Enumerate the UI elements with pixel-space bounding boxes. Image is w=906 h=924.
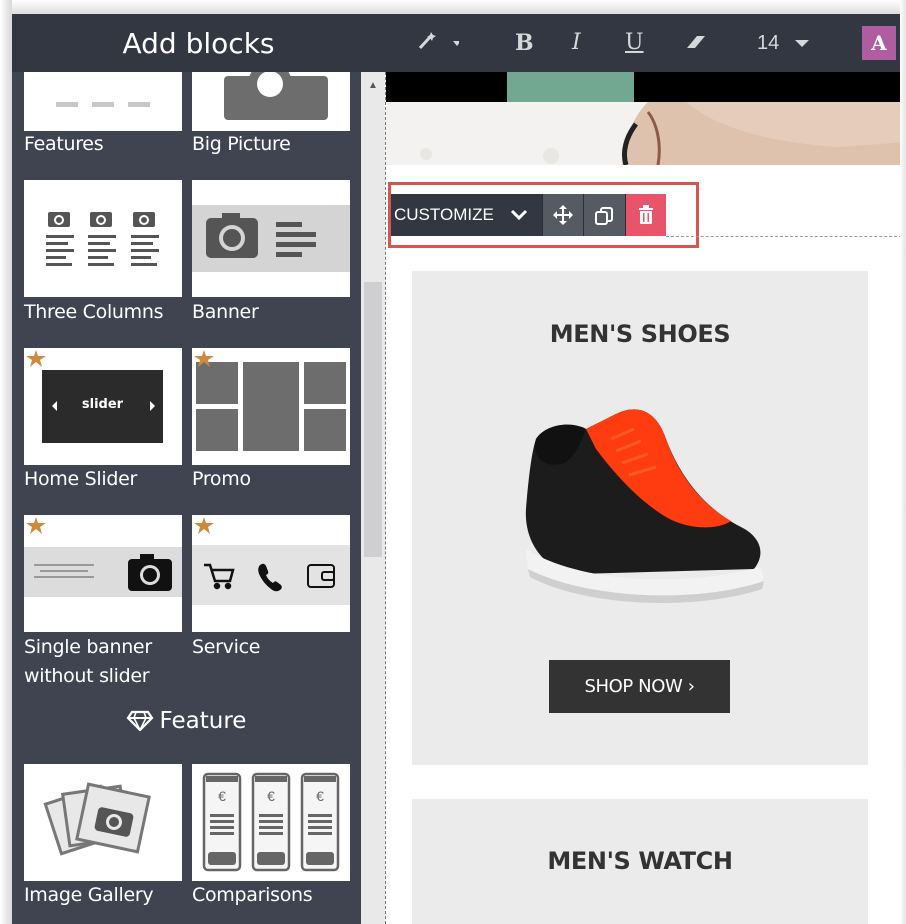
diamond-icon <box>126 709 154 732</box>
image-gallery-thumbnail-icon <box>43 782 151 856</box>
font-size-value: 14 <box>757 32 780 54</box>
font-size-select[interactable]: 14 <box>757 14 813 72</box>
block-label-promo: Promo <box>192 468 251 490</box>
card-title: MEN'S SHOES <box>549 320 731 348</box>
currency-symbol-1: € <box>218 788 226 804</box>
card-title: MEN'S WATCH <box>547 847 733 875</box>
delete-button[interactable] <box>624 194 667 236</box>
sneaker-image <box>525 409 764 603</box>
blocks-list[interactable]: Features Big Picture Three Columns Banne… <box>12 72 360 924</box>
copy-icon <box>595 207 614 225</box>
hero-banner-strip <box>386 72 906 102</box>
block-label-image-gallery: Image Gallery <box>24 884 154 906</box>
duplicate-button[interactable] <box>583 194 625 236</box>
magic-wand-icon[interactable] <box>415 14 461 72</box>
block-label-big-picture: Big Picture <box>192 133 291 155</box>
block-tile-home-slider[interactable]: slider <box>24 348 182 465</box>
panel-scrollbar[interactable]: ▲ <box>361 72 385 924</box>
trash-icon <box>638 205 653 224</box>
slider-thumbnail-text: slider <box>81 397 124 412</box>
window-frame-top <box>0 0 906 14</box>
email-canvas: CUSTOMIZE MEN'S SHOES SHOP NOW › MEN'S W… <box>385 72 906 924</box>
star-badge-icon <box>26 517 46 534</box>
block-label-single-banner-line2: without slider <box>24 665 150 687</box>
currency-symbol-2: € <box>267 788 275 804</box>
bold-button[interactable]: B <box>515 14 534 72</box>
features-thumbnail-icon <box>56 102 150 107</box>
customize-dropdown-button[interactable]: CUSTOMIZE <box>391 194 542 236</box>
block-tile-single-banner[interactable] <box>24 515 182 632</box>
chevron-down-icon <box>510 209 527 221</box>
hero-photo <box>386 102 906 165</box>
block-tile-service[interactable] <box>192 515 350 632</box>
block-tile-comparisons[interactable]: € € € <box>192 764 350 881</box>
block-boundary-line <box>666 236 906 237</box>
move-button[interactable] <box>541 194 584 236</box>
block-tile-big-picture[interactable] <box>192 72 350 131</box>
scrollbar-thumb[interactable] <box>364 282 382 557</box>
text-color-button[interactable]: A <box>862 26 896 60</box>
block-tile-banner[interactable] <box>192 180 350 297</box>
star-badge-icon <box>26 350 46 367</box>
three-columns-thumbnail-icon <box>46 212 159 266</box>
block-tile-image-gallery[interactable] <box>24 764 182 881</box>
move-arrows-icon <box>553 205 573 225</box>
italic-button[interactable]: I <box>572 14 581 72</box>
block-label-features: Features <box>24 133 104 155</box>
block-label-comparisons: Comparisons <box>192 884 313 906</box>
text-format-toolbar: B I U 14 A <box>385 14 906 72</box>
scroll-up-arrow-icon[interactable]: ▲ <box>361 80 385 92</box>
block-label-service: Service <box>192 636 261 658</box>
camera-icon <box>224 72 328 120</box>
block-action-bar: CUSTOMIZE <box>391 194 667 236</box>
block-label-single-banner-line1: Single banner <box>24 636 152 658</box>
customize-label: CUSTOMIZE <box>394 205 494 224</box>
window-frame-right <box>900 0 906 924</box>
shop-now-button[interactable]: SHOP NOW › <box>549 660 730 713</box>
hero-green-block <box>507 72 634 102</box>
star-badge-icon <box>194 350 214 367</box>
panel-title: Add blocks <box>12 14 385 72</box>
block-tile-three-columns[interactable] <box>24 180 182 297</box>
block-label-banner: Banner <box>192 301 259 323</box>
block-label-home-slider: Home Slider <box>24 468 138 490</box>
banner-thumbnail-icon <box>192 205 350 272</box>
window-frame-left <box>0 0 12 924</box>
block-label-three-columns: Three Columns <box>24 301 164 323</box>
underline-button[interactable]: U <box>625 14 644 72</box>
add-blocks-panel: Add blocks Features Big Picture Three Co… <box>12 14 385 924</box>
product-card-shoes[interactable]: MEN'S SHOES SHOP NOW › <box>412 271 868 765</box>
currency-symbol-3: € <box>316 788 324 804</box>
chevron-down-icon <box>794 40 809 47</box>
block-label-single-banner: Single banner without slider <box>24 633 152 691</box>
eraser-icon[interactable] <box>683 14 707 72</box>
section-heading-label: Feature <box>159 708 247 734</box>
block-tile-promo[interactable] <box>192 348 350 465</box>
block-tile-features[interactable] <box>24 72 182 131</box>
product-card-watch[interactable]: MEN'S WATCH <box>412 799 868 924</box>
star-badge-icon <box>194 517 214 534</box>
comparisons-thumbnail-icon <box>202 772 340 872</box>
section-heading-feature: Feature <box>12 708 360 734</box>
